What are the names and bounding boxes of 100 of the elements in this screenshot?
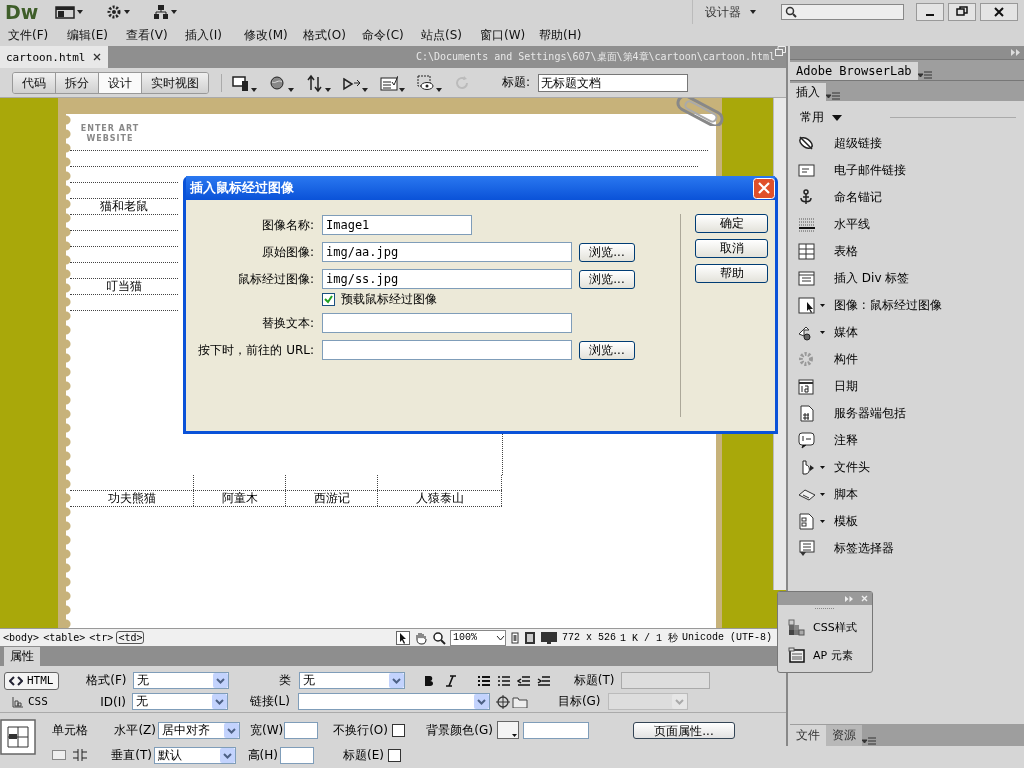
browse-button[interactable]: 浏览... — [579, 269, 635, 289]
view-button[interactable]: 拆分 — [56, 72, 99, 93]
insert-item[interactable]: 文件头 — [834, 459, 870, 476]
caret-icon[interactable] — [123, 9, 131, 15]
input-field[interactable] — [280, 746, 314, 764]
dialog-button[interactable]: 取消 — [695, 239, 768, 258]
panel-tab[interactable]: 插入 — [790, 83, 826, 101]
tablet-icon[interactable] — [523, 630, 536, 645]
split-cell-icon[interactable] — [72, 748, 88, 762]
caret-icon[interactable] — [251, 87, 257, 92]
ap-element-icon[interactable] — [788, 646, 805, 664]
menu-item[interactable]: 文件(F) — [6, 26, 65, 44]
table-icon[interactable] — [798, 242, 816, 261]
tag-selector[interactable]: <body> — [2, 632, 41, 643]
input-field[interactable] — [620, 672, 710, 689]
view-button[interactable]: 代码 — [13, 72, 56, 93]
dropdown[interactable]: 居中对齐 — [158, 721, 240, 739]
insert-item[interactable]: 图像 : 鼠标经过图像 — [834, 297, 942, 314]
horizontal-rule-icon[interactable] — [798, 215, 816, 234]
dropdown[interactable] — [297, 693, 490, 710]
dropdown[interactable]: 无 — [132, 672, 229, 689]
caret-icon[interactable] — [819, 520, 825, 523]
caret-icon[interactable] — [325, 87, 331, 92]
color-swatch[interactable] — [497, 721, 519, 739]
envelope-icon[interactable] — [798, 161, 816, 180]
checkbox[interactable] — [322, 292, 335, 306]
checkbox[interactable] — [392, 723, 405, 737]
menu-item[interactable]: 插入(I) — [183, 26, 242, 44]
insert-item[interactable]: 媒体 — [834, 324, 858, 341]
menu-item[interactable]: 修改(M) — [242, 26, 301, 44]
indent-icon[interactable] — [536, 674, 551, 687]
title-field[interactable]: 无标题文档 — [538, 73, 689, 92]
view-button[interactable]: 设计 — [99, 72, 142, 93]
close-icon[interactable] — [980, 3, 1018, 21]
template-icon[interactable] — [798, 512, 816, 531]
caret-icon[interactable] — [819, 466, 825, 469]
multiscreen-icon[interactable] — [232, 73, 250, 92]
numbered-list-icon[interactable] — [496, 674, 511, 687]
menu-item[interactable]: 编辑(E) — [65, 26, 124, 44]
panel-item[interactable]: AP 元素 — [813, 647, 853, 663]
folder-icon[interactable] — [511, 695, 528, 708]
input-field[interactable]: img/aa.jpg — [322, 242, 572, 262]
calendar-icon[interactable] — [798, 377, 816, 396]
menu-item[interactable]: 帮助(H) — [537, 26, 596, 44]
input-field[interactable] — [284, 721, 318, 739]
hand-icon[interactable] — [413, 630, 428, 645]
zoom-select[interactable]: 100% — [449, 629, 506, 646]
phone-icon[interactable] — [509, 631, 520, 644]
div-icon[interactable] — [798, 269, 816, 288]
gear-icon[interactable] — [106, 4, 122, 20]
page-properties-button[interactable]: 页面属性... — [633, 721, 735, 739]
dialog-button[interactable]: 确定 — [695, 214, 768, 233]
view-button[interactable]: 实时视图 — [142, 72, 208, 93]
mode-button[interactable]: CSS — [8, 692, 52, 711]
caret-icon[interactable] — [436, 87, 442, 92]
caret-icon[interactable] — [819, 493, 825, 496]
caret-icon[interactable] — [819, 304, 825, 307]
outdent-icon[interactable] — [516, 674, 531, 687]
bullet-list-icon[interactable] — [476, 674, 491, 687]
restore-icon[interactable] — [948, 3, 976, 21]
input-field[interactable]: Image1 — [322, 215, 472, 235]
input-field[interactable] — [322, 340, 572, 360]
insert-item[interactable]: 命名锚记 — [834, 189, 882, 206]
caret-icon[interactable] — [288, 87, 294, 92]
mode-button[interactable]: HTML — [4, 671, 59, 690]
caret-icon[interactable] — [362, 87, 368, 92]
caret-icon[interactable] — [170, 9, 178, 15]
menu-item[interactable]: 命令(C) — [360, 26, 419, 44]
tag-selector[interactable]: <td> — [116, 631, 145, 644]
target-icon[interactable] — [495, 694, 510, 709]
comment-icon[interactable] — [798, 431, 816, 450]
insert-item[interactable]: 电子邮件链接 — [834, 162, 906, 179]
panel-tab[interactable]: 文件 — [790, 725, 826, 746]
panel-item[interactable]: CSS样式 — [813, 619, 857, 635]
visual-aids-icon[interactable] — [417, 73, 435, 92]
document-tab[interactable]: cartoon.html — [0, 46, 108, 68]
cell-icon[interactable] — [0, 719, 36, 755]
panel-tab[interactable]: 资源 — [826, 725, 862, 746]
dropdown[interactable]: 默认 — [154, 746, 236, 764]
tag-selector[interactable]: <table> — [42, 632, 87, 643]
menu-item[interactable]: 查看(V) — [124, 26, 183, 44]
insert-item[interactable]: 超级链接 — [834, 135, 882, 152]
insert-item[interactable]: 标签选择器 — [834, 540, 894, 557]
insert-item[interactable]: 构件 — [834, 351, 858, 368]
dropdown[interactable]: 无 — [131, 693, 228, 710]
document-icon[interactable] — [798, 404, 816, 423]
checkbox[interactable] — [388, 748, 401, 762]
menu-item[interactable]: 窗口(W) — [478, 26, 537, 44]
panel-menu-icon[interactable] — [826, 92, 840, 101]
caret-icon[interactable] — [399, 87, 405, 92]
css-styles-icon[interactable] — [788, 618, 805, 636]
layout-icon[interactable] — [55, 5, 75, 19]
checklist-icon[interactable] — [380, 73, 398, 92]
insert-item[interactable]: 日期 — [834, 378, 858, 395]
pointer-icon[interactable] — [395, 630, 410, 645]
category-dropdown[interactable]: 常用 — [800, 109, 842, 126]
grip-icon[interactable] — [815, 607, 835, 610]
panel-menu-icon[interactable] — [917, 71, 932, 80]
insert-item[interactable]: 模板 — [834, 513, 858, 530]
menu-item[interactable]: 格式(O) — [301, 26, 360, 44]
